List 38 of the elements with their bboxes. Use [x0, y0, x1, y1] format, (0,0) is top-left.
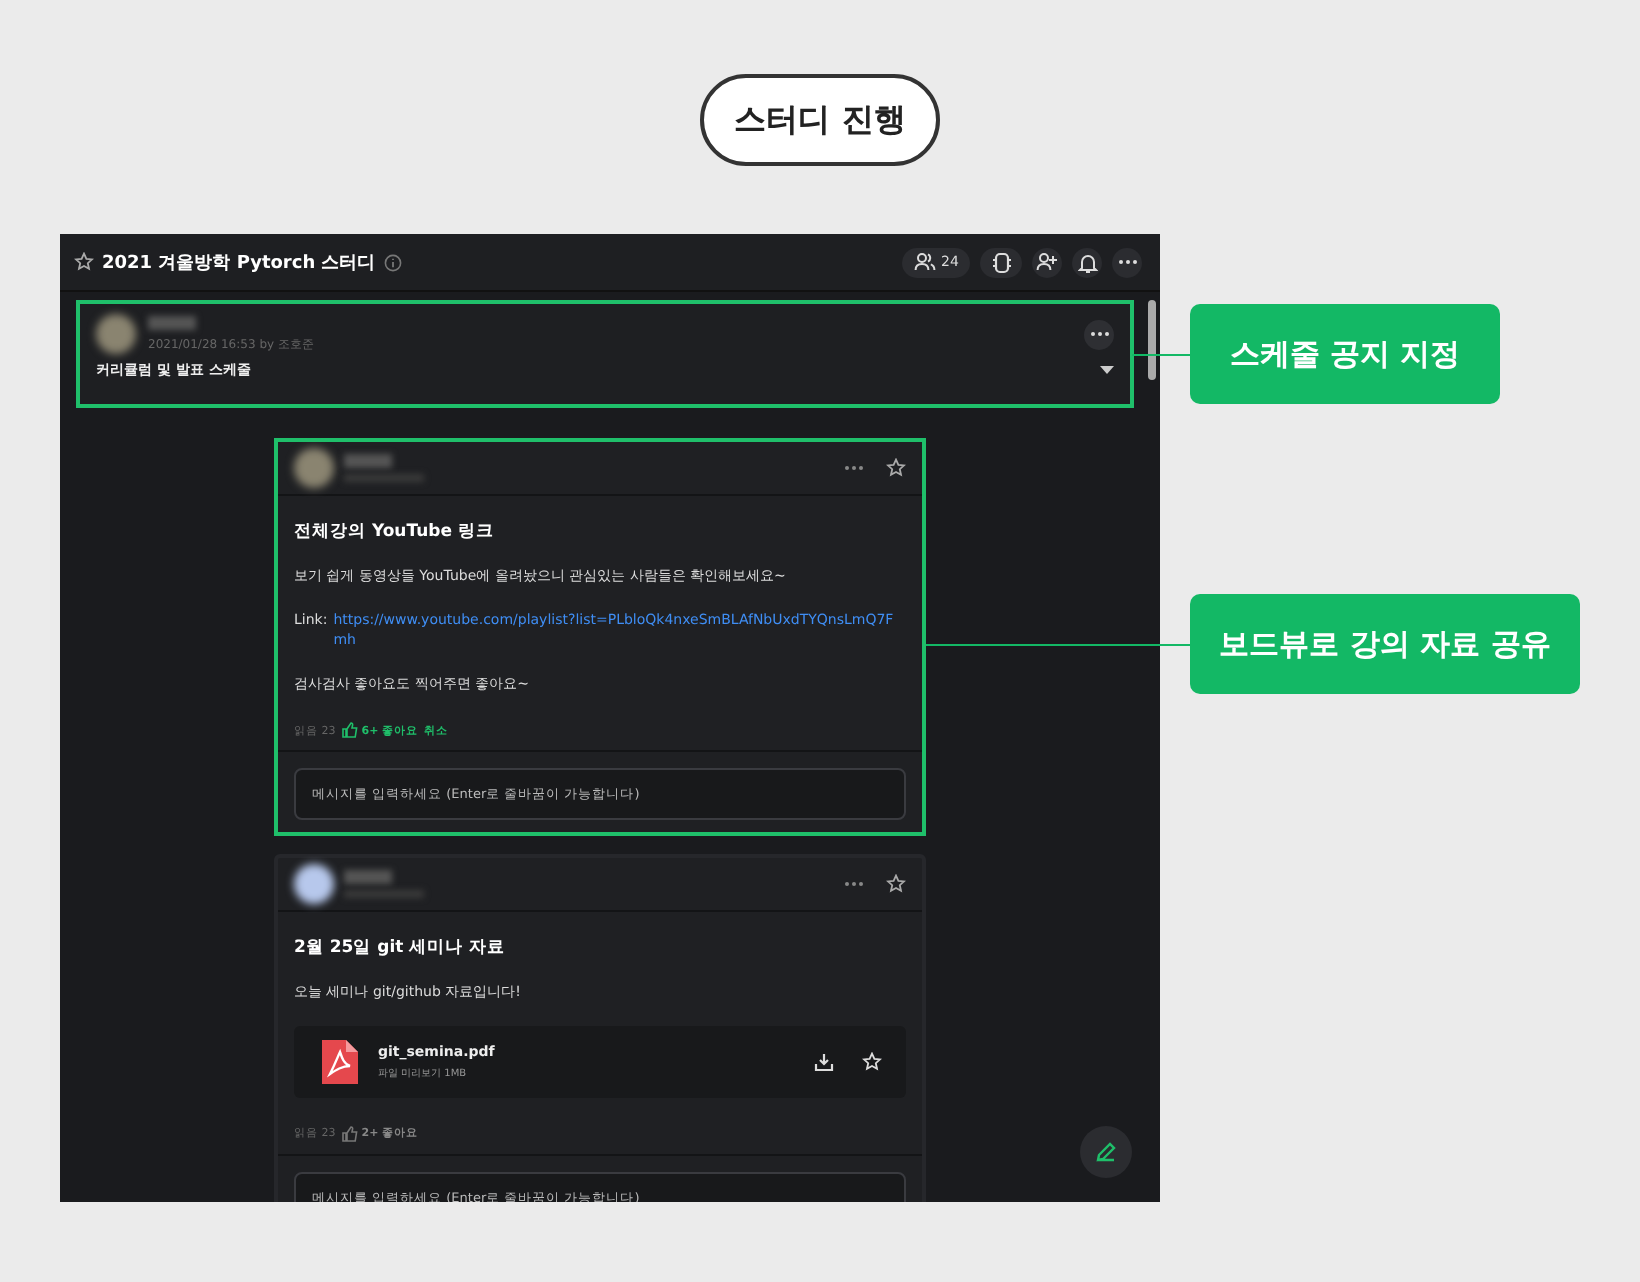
- post-title: 전체강의 YouTube 링크: [294, 520, 496, 544]
- more-icon: [1117, 258, 1137, 266]
- avatar: [294, 448, 334, 488]
- callout-label: 스케줄 공지 지정: [1190, 304, 1500, 404]
- notification-button[interactable]: [1072, 247, 1102, 277]
- callout-label: 보드뷰로 강의 자료 공유: [1190, 594, 1580, 694]
- post-title: 2월 25일 git 세미나 자료: [294, 936, 508, 960]
- board-view-button[interactable]: [980, 247, 1022, 277]
- thumbs-up-icon: [341, 722, 358, 738]
- more-icon[interactable]: [844, 464, 864, 472]
- compose-button[interactable]: [1080, 1126, 1132, 1178]
- star-icon[interactable]: [74, 252, 94, 272]
- device-icon: [991, 251, 1011, 273]
- star-icon[interactable]: [886, 458, 906, 478]
- star-icon[interactable]: [886, 874, 906, 894]
- pencil-icon: [1096, 1142, 1116, 1162]
- blurred-name: [344, 870, 392, 884]
- more-icon[interactable]: [844, 880, 864, 888]
- section-title: 스터디 진행: [700, 74, 940, 166]
- more-button[interactable]: [1112, 247, 1142, 277]
- scrollbar[interactable]: [1148, 300, 1156, 380]
- channel-title: 2021 겨울방학 Pytorch 스터디: [102, 251, 376, 275]
- pdf-file-icon: [322, 1039, 358, 1083]
- info-icon[interactable]: [383, 253, 402, 271]
- download-icon[interactable]: [814, 1051, 834, 1071]
- avatar: [96, 314, 136, 354]
- add-person-icon: [1036, 252, 1058, 272]
- more-icon: [1089, 330, 1109, 338]
- connector-line: [1132, 354, 1190, 356]
- invite-button[interactable]: [1032, 247, 1062, 277]
- blurred-name: [344, 454, 392, 468]
- caret-icon[interactable]: [1100, 366, 1114, 374]
- blurred-name: [148, 315, 196, 329]
- avatar: [294, 864, 334, 904]
- thumbs-up-icon: [341, 1125, 358, 1141]
- bell-icon: [1077, 251, 1097, 273]
- more-button[interactable]: [1084, 319, 1114, 349]
- people-icon: [913, 252, 936, 272]
